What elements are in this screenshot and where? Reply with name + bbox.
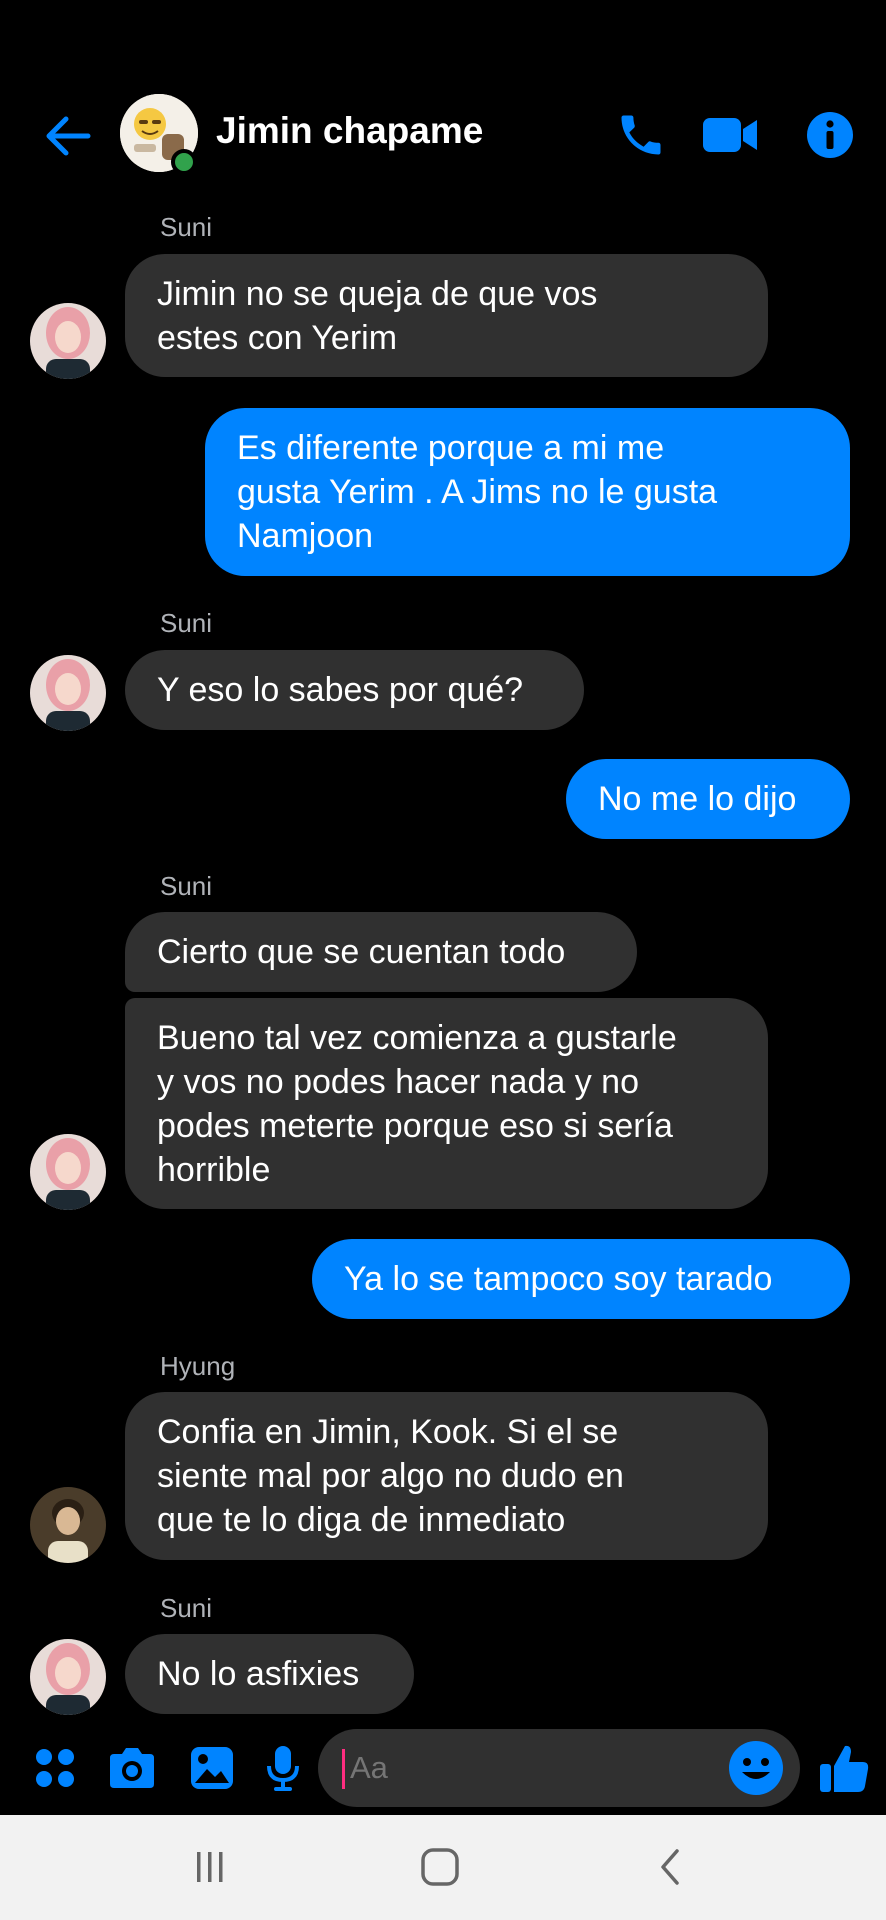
sender-name: Hyung — [160, 1351, 236, 1381]
info-icon — [807, 112, 853, 158]
emoji-button[interactable] — [726, 1738, 786, 1798]
message-text: podes meterte porque eso si sería — [157, 1106, 673, 1145]
sender-name: Suni — [160, 871, 213, 901]
camera-button[interactable] — [104, 1736, 160, 1800]
text-cursor — [342, 1749, 345, 1789]
more-actions-button[interactable] — [30, 1736, 80, 1800]
phone-icon — [621, 115, 661, 155]
thumbs-up-icon — [820, 1745, 869, 1792]
message-text: que te lo diga de inmediato — [157, 1501, 566, 1539]
message-text: gusta Yerim . A Jims no le gusta — [237, 473, 718, 511]
message-text: y vos no podes hacer nada y no — [157, 1062, 639, 1101]
voice-clip-button[interactable] — [262, 1736, 304, 1800]
like-button[interactable] — [816, 1736, 872, 1800]
chat-title[interactable]: Jimin chapame — [216, 110, 483, 152]
message-bubble-incoming[interactable]: Cierto que se cuentan todo — [125, 912, 637, 992]
message-text: Ya lo se tampoco soy tarado — [344, 1260, 773, 1298]
video-camera-icon — [703, 118, 757, 152]
message-text: Y eso lo sabes por qué? — [157, 671, 524, 709]
message-text: Namjoon — [237, 517, 374, 555]
message-bubble-outgoing[interactable]: Ya lo se tampoco soy tarado — [312, 1239, 850, 1319]
message-bubble-outgoing[interactable]: No me lo dijo — [566, 759, 850, 839]
microphone-icon — [267, 1746, 299, 1791]
message-text: Confia en Jimin, Kook. Si el se — [157, 1413, 619, 1451]
message-bubble-incoming[interactable]: Y eso lo sabes por qué? — [125, 650, 584, 730]
system-back-button[interactable] — [630, 1835, 710, 1899]
message-bubble-incoming[interactable]: No lo asfixies — [125, 1634, 414, 1714]
back-icon — [661, 1849, 679, 1885]
system-navigation-bar — [0, 1815, 886, 1920]
message-text: Cierto que se cuentan todo — [157, 933, 566, 971]
message-text: siente mal por algo no dudo en — [157, 1457, 624, 1495]
sender-name: Suni — [160, 212, 213, 242]
back-button[interactable] — [36, 104, 100, 168]
emoji-icon — [729, 1741, 783, 1795]
apps-grid-icon — [36, 1749, 74, 1787]
avatar-suni[interactable] — [30, 303, 106, 379]
message-text: Jimin no se queja de que vos — [157, 274, 598, 313]
gallery-icon — [191, 1747, 233, 1789]
online-status-indicator — [171, 149, 197, 175]
video-call-button[interactable] — [698, 100, 762, 170]
recents-button[interactable] — [170, 1835, 250, 1899]
message-composer — [0, 1722, 886, 1818]
gallery-button[interactable] — [186, 1736, 238, 1800]
message-bubble-incoming[interactable]: Confia en Jimin, Kook. Si el se siente m… — [125, 1392, 768, 1560]
message-text: horrible — [157, 1150, 271, 1189]
sender-name: Suni — [160, 1593, 213, 1623]
avatar-suni[interactable] — [30, 1134, 106, 1210]
message-text: estes con Yerim — [157, 318, 398, 357]
message-input-container[interactable] — [318, 1729, 800, 1807]
message-bubble-incoming[interactable]: Bueno tal vez comienza a gustarle y vos … — [125, 998, 768, 1209]
message-bubble-outgoing[interactable]: Es diferente porque a mi me gusta Yerim … — [205, 408, 850, 576]
avatar-hyung[interactable] — [30, 1487, 106, 1563]
message-text: Es diferente porque a mi me — [237, 429, 665, 467]
message-text: Bueno tal vez comienza a gustarle — [157, 1018, 677, 1057]
sender-name: Suni — [160, 608, 213, 638]
chat-header: Jimin chapame — [0, 0, 886, 206]
recents-icon — [197, 1852, 223, 1882]
voice-call-button[interactable] — [608, 100, 674, 170]
conversation-info-button[interactable] — [800, 100, 860, 170]
camera-icon — [110, 1748, 154, 1788]
avatar-suni[interactable] — [30, 1639, 106, 1715]
message-bubble-incoming[interactable]: Jimin no se queja de que vos estes con Y… — [125, 254, 768, 377]
arrow-left-icon — [46, 116, 91, 156]
avatar-suni[interactable] — [30, 655, 106, 731]
message-text: No me lo dijo — [598, 780, 797, 818]
message-input[interactable] — [350, 1729, 710, 1807]
home-button[interactable] — [400, 1835, 480, 1899]
message-text: No lo asfixies — [157, 1655, 360, 1693]
home-icon — [421, 1848, 459, 1886]
